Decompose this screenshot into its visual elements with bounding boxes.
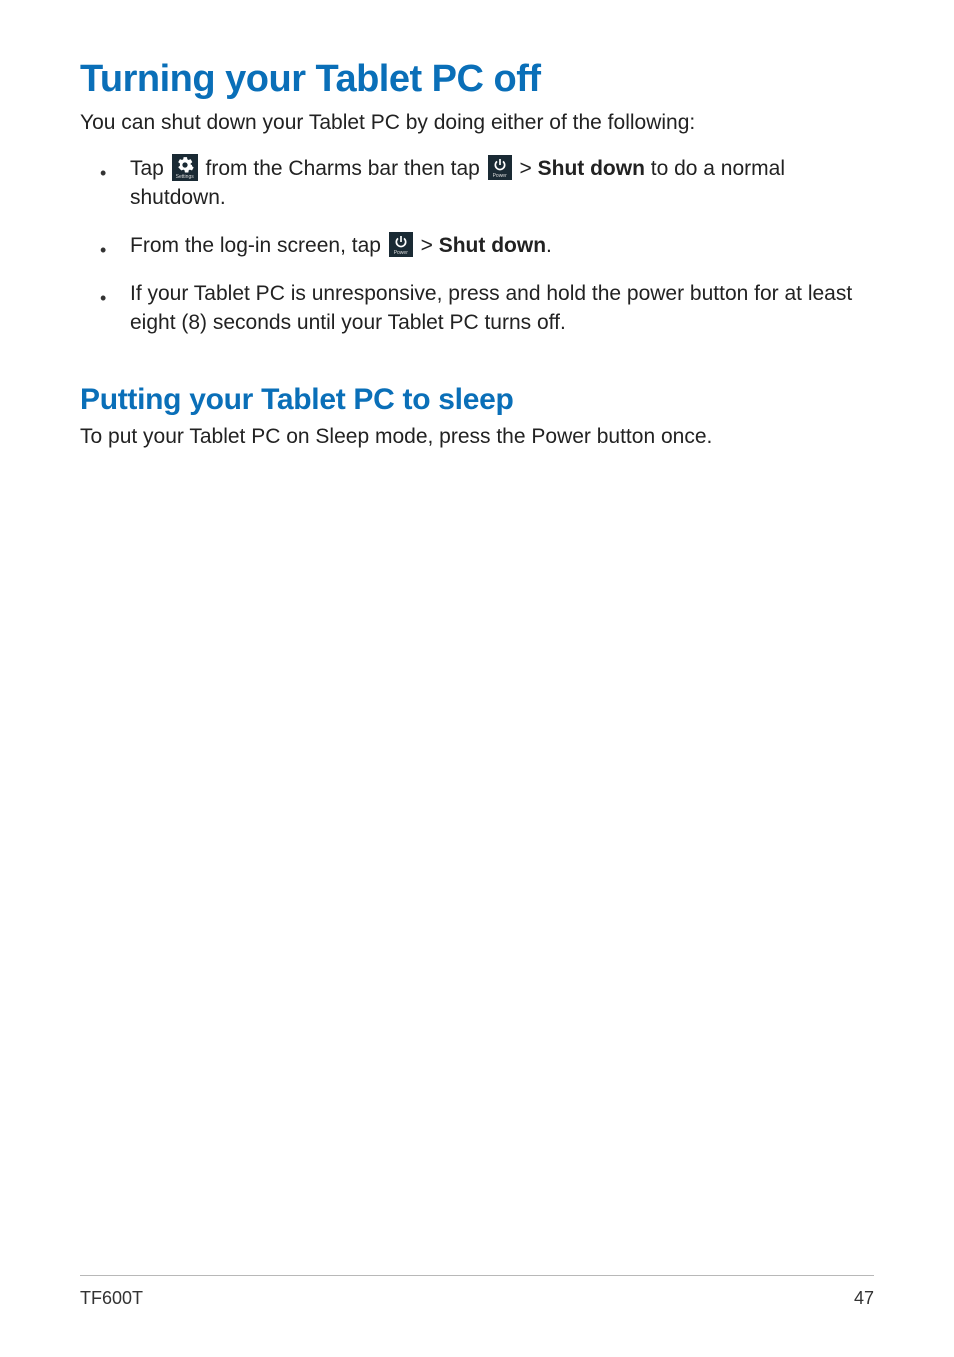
text-fragment: From the log-in screen, tap [130, 234, 387, 257]
power-icon: Power [488, 155, 512, 180]
list-item: From the log-in screen, tap Power > Shut… [100, 232, 874, 260]
icon-label: Power [394, 251, 408, 256]
power-icon: Power [389, 232, 413, 257]
list-item: Tap Settings from the Charms bar then ta… [100, 155, 874, 212]
footer-page-number: 47 [854, 1288, 874, 1309]
text-fragment: . [546, 234, 552, 257]
sleep-text: To put your Tablet PC on Sleep mode, pre… [80, 423, 874, 451]
page-title: Turning your Tablet PC off [80, 58, 874, 101]
settings-icon: Settings [172, 154, 198, 181]
list-item: If your Tablet PC is unresponsive, press… [100, 280, 874, 337]
shut-down-label: Shut down [538, 157, 645, 180]
steps-list: Tap Settings from the Charms bar then ta… [80, 155, 874, 337]
icon-label: Settings [176, 175, 194, 180]
text-fragment: from the Charms bar then tap [200, 157, 486, 180]
shut-down-label: Shut down [439, 234, 546, 257]
footer-model: TF600T [80, 1288, 143, 1309]
sub-heading: Putting your Tablet PC to sleep [80, 383, 874, 417]
text-fragment: > [514, 157, 538, 180]
text-fragment: > [415, 234, 439, 257]
intro-text: You can shut down your Tablet PC by doin… [80, 109, 874, 137]
icon-label: Power [493, 174, 507, 179]
page-footer: TF600T 47 [80, 1275, 874, 1309]
text-fragment: Tap [130, 157, 170, 180]
